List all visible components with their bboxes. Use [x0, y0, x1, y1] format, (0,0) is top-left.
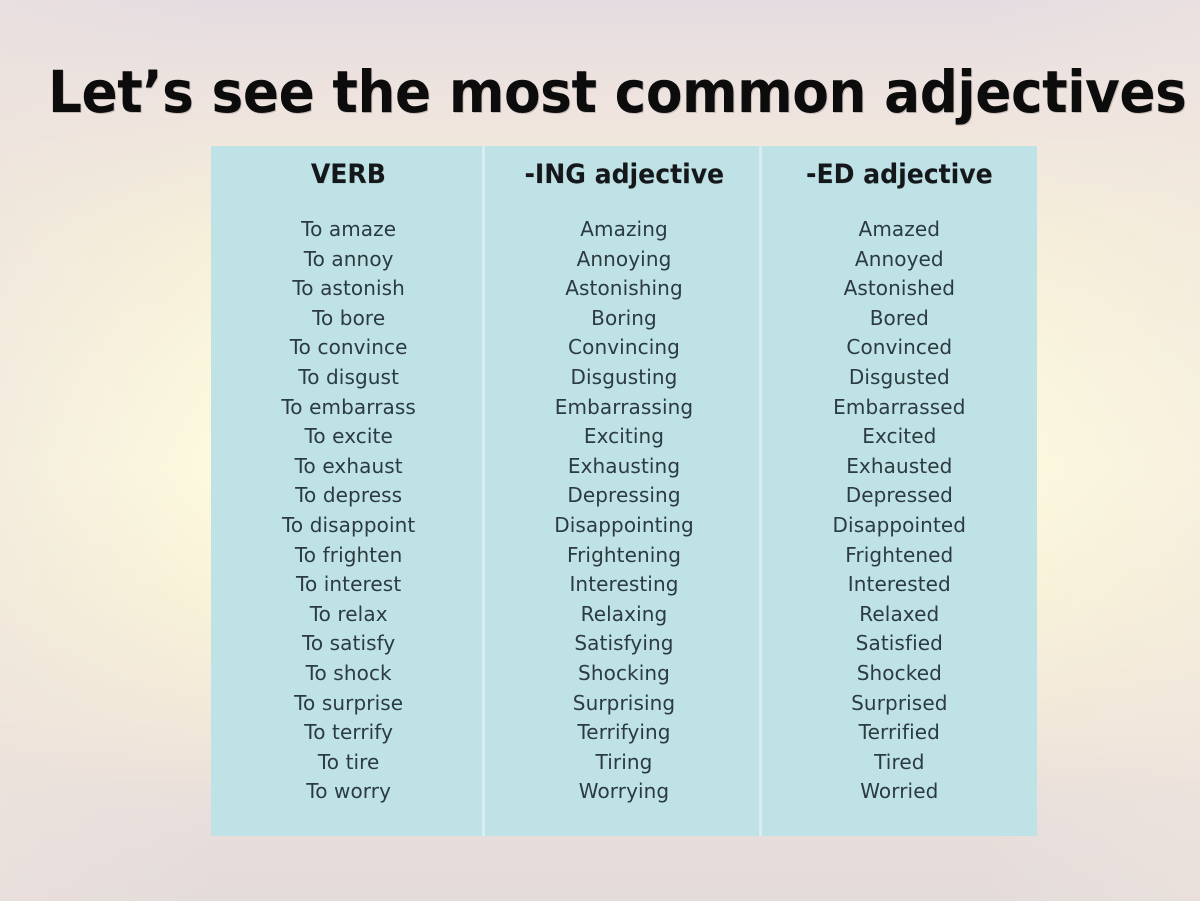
list-item: Surprised [851, 690, 948, 715]
list-item: To tire [317, 749, 380, 774]
list-item: To shock [305, 660, 392, 685]
list-item: Embarrassed [833, 394, 966, 419]
list-item: To satisfy [301, 631, 396, 656]
list-item: To disappoint [281, 512, 416, 537]
column-ing-adjective: -ING adjective Amazing Annoying Astonish… [486, 146, 761, 836]
list-item: Depressing [567, 483, 681, 508]
list-item: To excite [304, 424, 393, 449]
list-item: To annoy [303, 246, 394, 271]
list-item: Disgusting [570, 364, 678, 389]
list-item: Frightened [845, 542, 954, 567]
list-item: To exhaust [294, 453, 403, 478]
list-item: To terrify [304, 720, 394, 745]
column-header-ed-adjective: -ED adjective [806, 159, 993, 190]
list-item: Tiring [595, 749, 653, 774]
list-item: Excited [862, 424, 937, 449]
list-item: Terrifying [577, 720, 671, 745]
list-item: Disappointing [554, 512, 694, 537]
list-item: Astonished [843, 276, 956, 301]
ed-adjective-word-list: Amazed Annoyed Astonished Bored Convince… [762, 215, 1037, 807]
list-item: To depress [295, 483, 403, 508]
list-item: Interesting [569, 572, 679, 597]
list-item: Annoyed [854, 246, 944, 271]
list-item: Shocking [578, 660, 670, 685]
list-item: Surprising [572, 690, 676, 715]
list-item: To convince [289, 335, 408, 360]
list-item: Amazing [580, 217, 668, 241]
list-item: Disgusted [848, 364, 950, 389]
list-item: Interested [847, 572, 951, 597]
list-item: To frighten [294, 542, 403, 567]
list-item: To astonish [292, 276, 405, 301]
slide-canvas: Let’s see the most common adjectives VER… [0, 0, 1200, 901]
list-item: Bored [869, 305, 929, 330]
table-columns: VERB To amaze To annoy To astonish To bo… [211, 146, 1037, 836]
list-item: Satisfying [574, 631, 674, 656]
verb-word-list: To amaze To annoy To astonish To bore To… [211, 215, 486, 807]
list-item: Exciting [583, 424, 665, 449]
adjectives-table-panel: VERB To amaze To annoy To astonish To bo… [211, 146, 1037, 836]
list-item: Exhausted [846, 453, 953, 478]
list-item: Convincing [568, 335, 680, 360]
list-item: Depressed [845, 483, 953, 508]
list-item: Boring [591, 305, 657, 330]
list-item: Astonishing [565, 276, 683, 301]
list-item: Terrified [858, 720, 940, 745]
list-item: To worry [306, 779, 392, 804]
list-item: To bore [312, 305, 386, 330]
list-item: Relaxed [859, 601, 940, 626]
list-item: Worrying [578, 779, 670, 804]
ing-adjective-word-list: Amazing Annoying Astonishing Boring Conv… [486, 215, 761, 807]
list-item: Frightening [566, 542, 682, 567]
column-ed-adjective: -ED adjective Amazed Annoyed Astonished … [762, 146, 1037, 836]
list-item: Annoying [576, 246, 672, 271]
list-item: Embarrassing [554, 394, 694, 419]
list-item: Relaxing [580, 601, 668, 626]
list-item: Worried [860, 779, 939, 804]
list-item: Tired [874, 749, 925, 774]
list-item: To surprise [294, 690, 404, 715]
column-verb: VERB To amaze To annoy To astonish To bo… [211, 146, 486, 836]
list-item: To interest [296, 572, 402, 597]
list-item: Disappointed [832, 512, 967, 537]
list-item: Amazed [858, 217, 941, 241]
list-item: Convinced [846, 335, 953, 360]
list-item: To amaze [301, 217, 397, 241]
page-title: Let’s see the most common adjectives [48, 58, 1187, 126]
list-item: Satisfied [855, 631, 943, 656]
list-item: To disgust [298, 364, 400, 389]
list-item: Exhausting [567, 453, 681, 478]
column-header-ing-adjective: -ING adjective [524, 159, 724, 190]
column-header-verb: VERB [311, 159, 387, 190]
list-item: Shocked [856, 660, 942, 685]
list-item: To embarrass [281, 394, 416, 419]
list-item: To relax [309, 601, 388, 626]
